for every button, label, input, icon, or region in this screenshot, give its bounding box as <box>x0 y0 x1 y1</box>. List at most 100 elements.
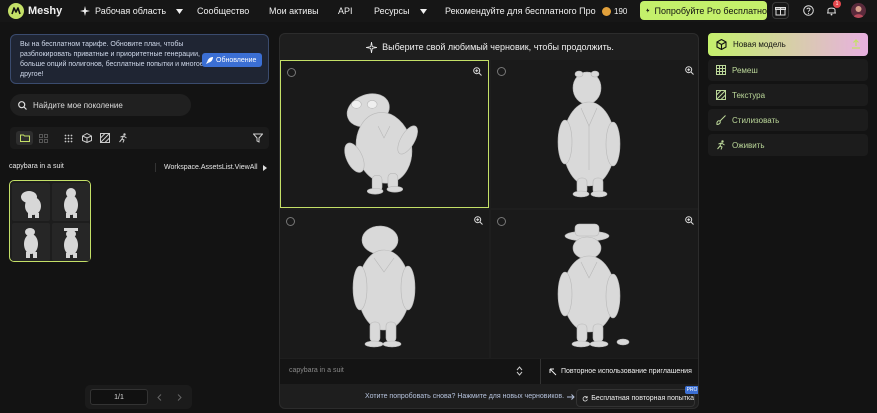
brand-name[interactable]: Meshy <box>28 0 62 22</box>
nav-workspace[interactable]: Рабочая область <box>80 0 184 22</box>
nav-assets[interactable]: Мои активы <box>269 0 319 22</box>
search-input[interactable]: Найдите мое поколение <box>10 94 191 116</box>
asset-thumbnail <box>52 183 90 221</box>
upload-button[interactable] <box>849 37 863 51</box>
meshy-logo-icon[interactable] <box>8 3 24 19</box>
coin-icon <box>602 6 611 16</box>
new-model-label: Новая модель <box>733 40 786 49</box>
capybara-model-thumbnail-icon <box>64 188 78 218</box>
asset-thumbnail <box>12 223 50 261</box>
draft-card[interactable] <box>280 60 489 208</box>
grid-icon <box>716 65 726 75</box>
filter-animation-button[interactable] <box>114 131 131 145</box>
retry-link[interactable]: Хотите попробовать снова? Нажмите для но… <box>365 393 575 400</box>
sparkle-icon <box>80 6 90 16</box>
stylize-label: Стилизовать <box>732 115 780 125</box>
reuse-prompt-button[interactable]: Повторное использование приглашения <box>540 359 692 384</box>
caret-right-icon <box>262 164 267 171</box>
animate-label: Оживить <box>732 140 765 150</box>
filter-texture-button[interactable] <box>96 131 113 145</box>
caret-down-icon <box>419 8 427 14</box>
capybara-model-render <box>557 70 621 198</box>
capybara-model-render <box>344 93 418 195</box>
search-icon <box>18 100 27 110</box>
reuse-prompt-label: Повторное использование приглашения <box>561 368 692 375</box>
asset-group-label: capybara in a suit <box>9 163 64 170</box>
cube-icon <box>716 39 727 50</box>
capybara-model-thumbnail-icon <box>24 228 38 258</box>
retry-link-label: Хотите попробовать снова? Нажмите для но… <box>365 393 565 400</box>
nav-recommend[interactable]: Рекомендуйте для бесплатного Проф <box>441 0 596 22</box>
running-figure-icon <box>717 140 725 150</box>
filter-dots-button[interactable] <box>60 131 77 145</box>
asset-card[interactable] <box>9 180 91 262</box>
nav-resources[interactable]: Ресурсы <box>374 0 427 22</box>
filter-model-button[interactable] <box>78 131 95 145</box>
nav-recommend-label: Рекомендуйте для бесплатного Проф <box>445 6 596 16</box>
stylize-button[interactable]: Стилизовать <box>708 109 868 131</box>
next-page-button[interactable] <box>172 390 186 404</box>
panel-header-text: Выберите свой любимый черновик, чтобы пр… <box>382 42 614 52</box>
arrow-right-icon <box>567 393 575 400</box>
cube-icon <box>81 133 92 143</box>
draft-card[interactable] <box>280 210 489 358</box>
prompt-bar: capybara in a suit Повторное использован… <box>280 359 698 384</box>
banner-text: Вы на бесплатном тарифе. Обновите план, … <box>20 41 204 78</box>
upgrade-label: Обновление <box>216 56 257 64</box>
prev-page-button[interactable] <box>152 390 166 404</box>
free-plan-banner: Вы на бесплатном тарифе. Обновите план, … <box>10 34 269 84</box>
remesh-button[interactable]: Ремеш <box>708 59 868 81</box>
avatar[interactable] <box>851 3 866 18</box>
texture-icon <box>716 90 726 100</box>
funnel-icon <box>252 133 263 143</box>
page-input[interactable]: 1/1 <box>90 389 148 405</box>
nav-api[interactable]: API <box>338 0 353 22</box>
remesh-label: Ремеш <box>732 65 758 75</box>
texture-button[interactable]: Текстура <box>708 84 868 106</box>
credits-value: 190 <box>614 6 628 16</box>
prompt-text: capybara in a suit <box>289 367 344 374</box>
texture-label: Текстура <box>732 90 766 100</box>
pagination: 1/1 <box>85 385 192 409</box>
filter-options-button[interactable] <box>249 131 266 145</box>
upload-icon <box>852 39 860 49</box>
filter-grid-button[interactable] <box>35 131 52 145</box>
try-pro-label: Попробуйте Pro бесплатно <box>654 5 767 16</box>
refresh-icon <box>582 395 588 401</box>
new-model-button[interactable]: Новая модель <box>708 33 868 56</box>
gift-icon <box>775 7 786 16</box>
gift-button[interactable] <box>772 2 789 19</box>
animate-button[interactable]: Оживить <box>708 134 868 156</box>
panel-header: Выберите свой любимый черновик, чтобы пр… <box>280 34 698 60</box>
brush-icon <box>716 115 726 125</box>
avatar-image <box>853 6 864 18</box>
capybara-model-thumbnail-icon <box>21 191 41 218</box>
draft-card[interactable] <box>491 210 698 358</box>
nav-community[interactable]: Сообщество <box>197 0 249 22</box>
asset-thumbnail <box>12 183 50 221</box>
search-placeholder: Найдите мое поколение <box>33 100 123 110</box>
filter-all-button[interactable] <box>16 131 33 145</box>
credits-counter[interactable]: 190 <box>602 0 627 22</box>
capybara-model-render <box>557 223 630 348</box>
capybara-model-render <box>352 225 416 348</box>
try-pro-button[interactable]: Попробуйте Pro бесплатно <box>640 1 767 20</box>
upgrade-button[interactable]: Обновление <box>202 53 262 67</box>
grid-icon <box>39 133 48 143</box>
free-retry-button[interactable]: Бесплатная повторная попытка <box>576 389 695 407</box>
notifications-button[interactable]: 1 <box>823 0 841 19</box>
folder-icon <box>19 134 30 142</box>
chevron-left-icon <box>156 393 161 401</box>
help-button[interactable] <box>800 2 817 19</box>
sort-arrows-icon[interactable] <box>516 366 523 376</box>
view-all-link[interactable]: Workspace.AssetsList.ViewAll <box>155 163 267 172</box>
draft-card[interactable] <box>491 60 698 208</box>
arrow-up-left-icon <box>549 368 557 375</box>
chevron-right-icon <box>177 393 182 401</box>
view-all-label: Workspace.AssetsList.ViewAll <box>164 164 258 171</box>
notification-badge: 1 <box>833 0 841 8</box>
capybara-model-thumbnail-icon <box>64 228 78 258</box>
pro-badge: PRO <box>685 386 698 394</box>
texture-icon <box>99 133 110 143</box>
help-icon <box>803 5 814 16</box>
